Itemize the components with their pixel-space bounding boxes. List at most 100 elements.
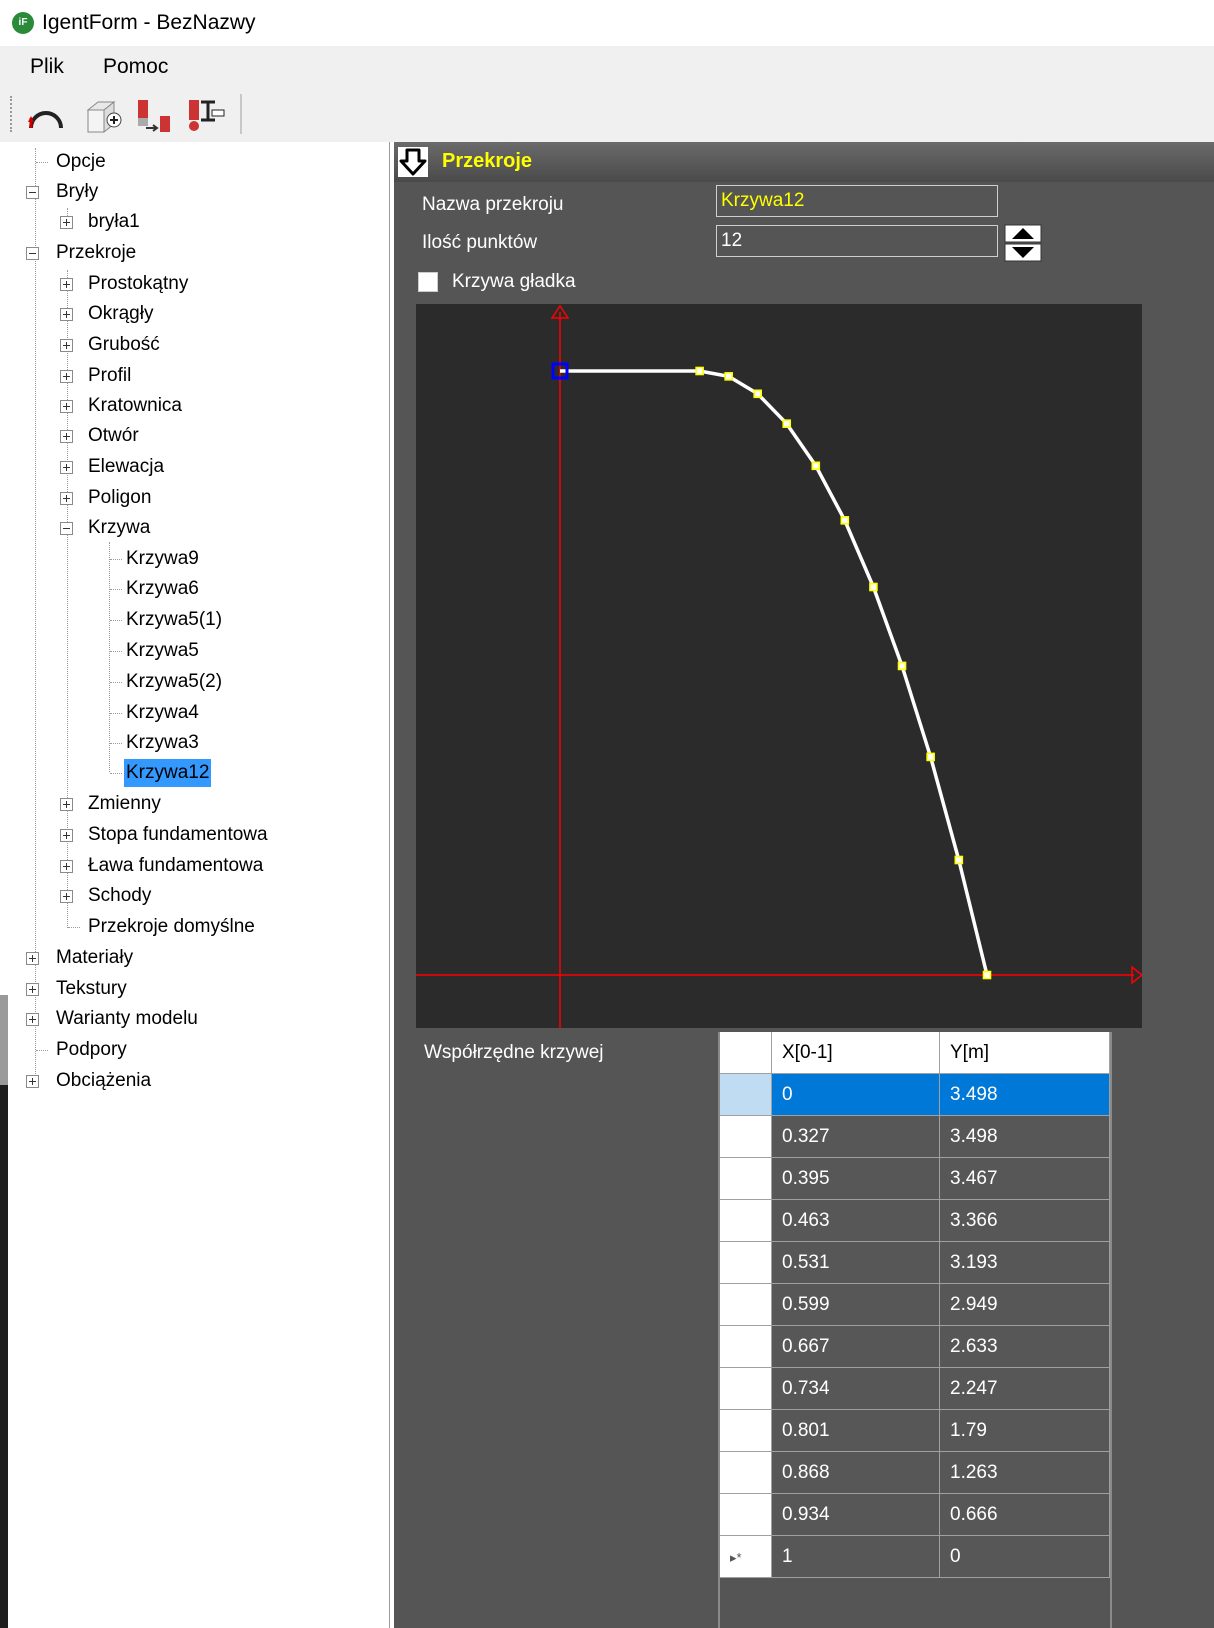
menu-bar: Plik Pomoc <box>0 46 1214 88</box>
cell-y[interactable]: 3.467 <box>940 1158 1110 1200</box>
tree-view[interactable]: Opcje Bryły bryła1 Przekroje Prostokątny… <box>0 142 390 1628</box>
curve-point <box>811 461 821 471</box>
row-header[interactable] <box>720 1494 772 1536</box>
tree-item-label: Krzywa12 <box>124 759 212 787</box>
expand-icon[interactable] <box>60 400 73 413</box>
expand-icon[interactable] <box>26 1075 39 1088</box>
cell-x[interactable]: 0.395 <box>772 1158 940 1200</box>
table-row[interactable]: 0.667 2.633 <box>720 1326 1110 1368</box>
row-header[interactable] <box>720 1452 772 1494</box>
curve-preview-canvas[interactable] <box>416 304 1144 1028</box>
tree-connector <box>35 148 36 1080</box>
row-header[interactable] <box>720 1074 772 1116</box>
expand-icon[interactable] <box>26 983 39 996</box>
table-row[interactable]: 0.868 1.263 <box>720 1452 1110 1494</box>
column-header-x[interactable]: X[0-1] <box>772 1032 940 1074</box>
menu-pomoc[interactable]: Pomoc <box>103 55 168 79</box>
expand-icon[interactable] <box>26 952 39 965</box>
add-solid-button[interactable] <box>84 96 124 136</box>
expand-icon[interactable] <box>60 492 73 505</box>
cell-y[interactable]: 1.263 <box>940 1452 1110 1494</box>
cell-x[interactable]: 1 <box>772 1536 940 1578</box>
table-row[interactable]: 0.531 3.193 <box>720 1242 1110 1284</box>
row-header[interactable] <box>720 1116 772 1158</box>
cell-y[interactable]: 2.949 <box>940 1284 1110 1326</box>
cell-y[interactable]: 3.193 <box>940 1242 1110 1284</box>
point-count-spinner[interactable] <box>1004 224 1042 262</box>
cell-x[interactable]: 0 <box>772 1074 940 1116</box>
cell-y[interactable]: 3.498 <box>940 1074 1110 1116</box>
column-header-y[interactable]: Y[m] <box>940 1032 1110 1074</box>
tree-item-label: Podpory <box>56 1039 127 1060</box>
table-row[interactable]: 0.395 3.467 <box>720 1158 1110 1200</box>
row-header[interactable] <box>720 1410 772 1452</box>
curve-points-layer <box>551 362 992 980</box>
tree-item-label: Okrągły <box>88 303 154 324</box>
table-row[interactable]: 0 3.498 <box>720 1074 1110 1116</box>
table-row[interactable]: 0.599 2.949 <box>720 1284 1110 1326</box>
section-profile-button[interactable] <box>186 96 226 136</box>
expand-icon[interactable] <box>60 339 73 352</box>
point-count-input[interactable] <box>716 225 998 257</box>
smooth-curve-checkbox[interactable] <box>418 272 438 292</box>
collapse-icon[interactable] <box>26 247 39 260</box>
cell-x[interactable]: 0.599 <box>772 1284 940 1326</box>
table-row[interactable]: 0.734 2.247 <box>720 1368 1110 1410</box>
cell-y[interactable]: 2.247 <box>940 1368 1110 1410</box>
collapse-icon[interactable] <box>60 522 73 535</box>
row-header[interactable] <box>720 1242 772 1284</box>
cell-x[interactable]: 0.868 <box>772 1452 940 1494</box>
table-row[interactable]: 0.801 1.79 <box>720 1410 1110 1452</box>
cell-y[interactable]: 1.79 <box>940 1410 1110 1452</box>
collapse-icon[interactable] <box>26 186 39 199</box>
expand-icon[interactable] <box>60 430 73 443</box>
expand-icon[interactable] <box>60 890 73 903</box>
row-header[interactable] <box>720 1158 772 1200</box>
cell-x[interactable]: 0.801 <box>772 1410 940 1452</box>
cube-add-icon <box>86 100 122 134</box>
collapse-panel-button[interactable] <box>398 147 428 177</box>
cell-x[interactable]: 0.463 <box>772 1200 940 1242</box>
table-row[interactable]: 0.327 3.498 <box>720 1116 1110 1158</box>
curve-point <box>724 372 733 381</box>
row-header[interactable] <box>720 1368 772 1410</box>
expand-icon[interactable] <box>60 860 73 873</box>
expand-icon[interactable] <box>60 278 73 291</box>
toolbar-grip[interactable] <box>10 96 13 132</box>
cell-x[interactable]: 0.327 <box>772 1116 940 1158</box>
cell-y[interactable]: 3.366 <box>940 1200 1110 1242</box>
section-name-label: Nazwa przekroju <box>422 194 564 215</box>
cell-x[interactable]: 0.667 <box>772 1326 940 1368</box>
arch-curve-button[interactable] <box>26 96 66 136</box>
section-name-input[interactable] <box>716 185 998 217</box>
window-title: IgentForm - BezNazwy <box>42 11 256 34</box>
cell-x[interactable]: 0.531 <box>772 1242 940 1284</box>
cell-x[interactable]: 0.734 <box>772 1368 940 1410</box>
expand-icon[interactable] <box>60 216 73 229</box>
row-header[interactable]: ▸* <box>720 1536 772 1578</box>
curve-point <box>782 419 792 428</box>
expand-icon[interactable] <box>60 461 73 474</box>
row-header[interactable] <box>720 1284 772 1326</box>
copy-section-button[interactable] <box>134 96 174 136</box>
cell-x[interactable]: 0.934 <box>772 1494 940 1536</box>
curve-plot <box>416 304 1144 1028</box>
menu-plik[interactable]: Plik <box>30 55 64 79</box>
expand-icon[interactable] <box>60 798 73 811</box>
expand-icon[interactable] <box>26 1013 39 1026</box>
curve-point <box>982 970 992 980</box>
grid-header-row: X[0-1] Y[m] <box>720 1032 1110 1074</box>
row-header[interactable] <box>720 1326 772 1368</box>
cell-y[interactable]: 3.498 <box>940 1116 1110 1158</box>
table-row[interactable]: 0.463 3.366 <box>720 1200 1110 1242</box>
table-row[interactable]: ▸* 1 0 <box>720 1536 1110 1578</box>
expand-icon[interactable] <box>60 370 73 383</box>
coordinates-grid[interactable]: X[0-1] Y[m] 0 3.498 0.327 3.498 0.395 3.467 0.… <box>718 1032 1112 1628</box>
cell-y[interactable]: 2.633 <box>940 1326 1110 1368</box>
table-row[interactable]: 0.934 0.666 <box>720 1494 1110 1536</box>
row-header[interactable] <box>720 1200 772 1242</box>
expand-icon[interactable] <box>60 308 73 321</box>
cell-y[interactable]: 0.666 <box>940 1494 1110 1536</box>
expand-icon[interactable] <box>60 829 73 842</box>
cell-y[interactable]: 0 <box>940 1536 1110 1578</box>
